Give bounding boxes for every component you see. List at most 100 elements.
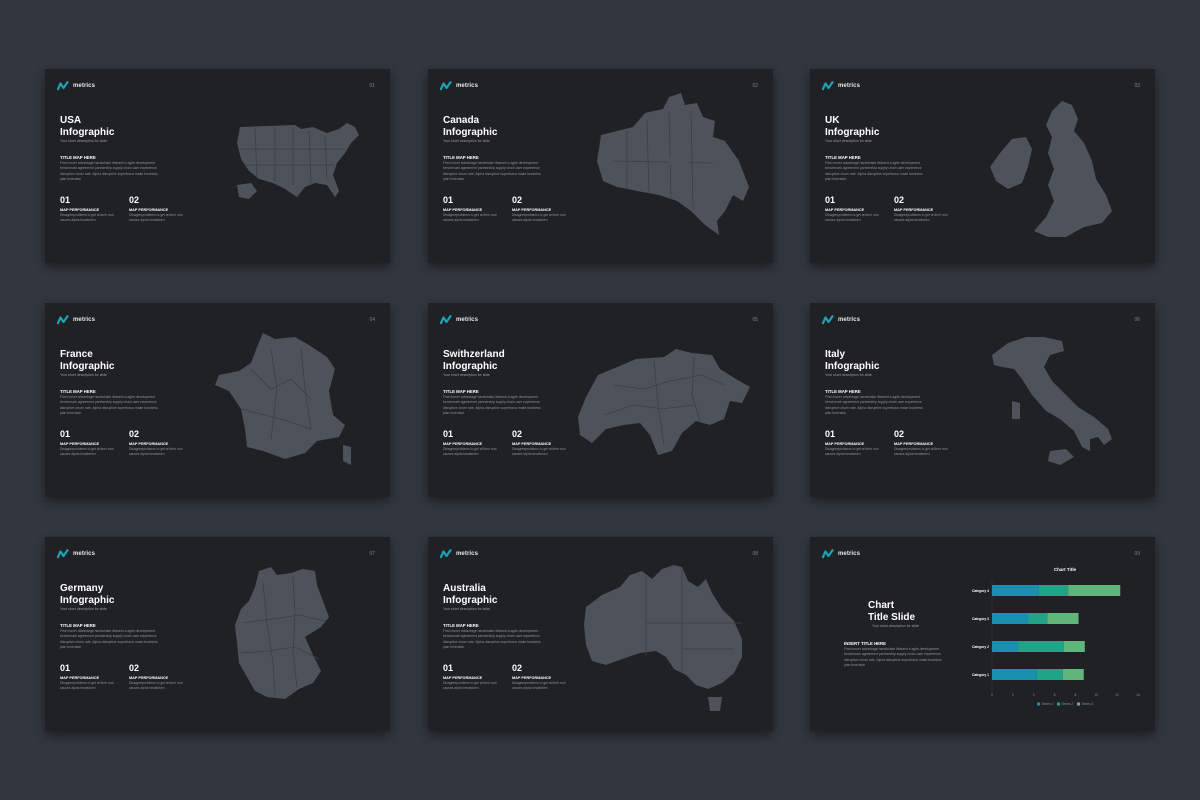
metrics-logo-icon bbox=[440, 315, 452, 325]
section-title: INSERT TITLE HERE bbox=[844, 641, 887, 646]
stat-2: 02 MAP PERFORMANCE Disagreeproblems to get… bbox=[129, 429, 193, 456]
slide-australia[interactable]: metrics 08 Australia Infographic Your short … bbox=[428, 537, 773, 731]
legend-swatch bbox=[1057, 702, 1060, 706]
brand-name: metrics bbox=[456, 83, 479, 89]
slide-italy[interactable]: metrics 06 Italy Infographic Your short desc… bbox=[810, 303, 1155, 497]
stat-2: 02 MAP PERFORMANCE Disagreeproblems to get… bbox=[129, 663, 193, 690]
stat-label: MAP PERFORMANCE bbox=[825, 442, 865, 446]
stat-number: 02 bbox=[894, 195, 905, 205]
slide-germany[interactable]: metrics 07 Germany Infographic Your short de… bbox=[45, 537, 390, 731]
stat-text: Disagreeproblems to get at their root ca… bbox=[825, 447, 879, 456]
slide-title-line1: Canada bbox=[443, 115, 480, 126]
x-tick-label: 14 bbox=[1136, 693, 1140, 697]
section-body: First mover advantage handshake ifsleani… bbox=[60, 395, 158, 415]
slide-title-line2: Infographic bbox=[60, 594, 115, 606]
stat-label: MAP PERFORMANCE bbox=[894, 208, 934, 212]
bar-segment bbox=[1018, 641, 1064, 652]
usa-map-icon bbox=[237, 123, 359, 199]
x-tick-label: 10 bbox=[1094, 693, 1098, 697]
section-body: First mover advantage handshake ifsleani… bbox=[60, 161, 158, 181]
brand-name: metrics bbox=[456, 551, 479, 557]
stat-text: Disagreeproblems to get at their root ca… bbox=[129, 213, 183, 222]
stat-label: MAP PERFORMANCE bbox=[129, 676, 169, 680]
stat-1: 01 MAP PERFORMANCE Disagreeproblems to get… bbox=[443, 663, 507, 690]
brand: metrics bbox=[57, 549, 95, 559]
stat-number: 01 bbox=[825, 195, 836, 205]
brand-name: metrics bbox=[73, 83, 96, 89]
stat-2: 02 MAP PERFORMANCE Disagreeproblems to get… bbox=[894, 195, 958, 222]
brand: metrics bbox=[440, 315, 478, 325]
stat-text: Disagreeproblems to get at their root ca… bbox=[443, 213, 497, 222]
section-body: First mover advantage handshake ifsleani… bbox=[825, 161, 923, 181]
slide-uk[interactable]: metrics 03 UK Infographic Your short descrip… bbox=[810, 69, 1155, 263]
bar-segment bbox=[1062, 669, 1084, 680]
slide-usa[interactable]: metrics 01 USA Infographic Your short descri… bbox=[45, 69, 390, 263]
brand: metrics bbox=[57, 81, 95, 91]
metrics-logo-icon bbox=[440, 549, 452, 559]
slide-title-line1: Germany bbox=[60, 583, 104, 594]
stat-1: 01 MAP PERFORMANCE Disagreeproblems to get… bbox=[443, 195, 507, 222]
legend-label: Series 2 bbox=[1062, 702, 1074, 706]
bar-segment bbox=[1036, 669, 1063, 680]
bar-segment bbox=[1068, 585, 1121, 596]
stat-label: MAP PERFORMANCE bbox=[443, 208, 483, 212]
slide-title-line2: Infographic bbox=[60, 360, 115, 372]
stat-number: 01 bbox=[60, 663, 71, 673]
bar-segment bbox=[992, 669, 1037, 680]
page-number: 06 bbox=[1134, 317, 1140, 323]
slide-title: USA Infographic bbox=[60, 115, 114, 138]
stat-text: Disagreeproblems to get at their root ca… bbox=[512, 213, 566, 222]
slide-subtitle: Your short description for slide bbox=[825, 373, 872, 377]
stat-text: Disagreeproblems to get at their root ca… bbox=[129, 447, 183, 456]
stat-label: MAP PERFORMANCE bbox=[129, 208, 169, 212]
page-number: 03 bbox=[1134, 83, 1140, 89]
section-title: TITLE MAP HERE bbox=[443, 389, 479, 394]
section-body: First mover advantage handshake ifsleani… bbox=[844, 647, 942, 667]
page-number: 09 bbox=[1134, 551, 1140, 557]
brand-name: metrics bbox=[456, 317, 479, 323]
stat-1: 01 MAP PERFORMANCE Disagreeproblems to get… bbox=[60, 429, 124, 456]
brand: metrics bbox=[822, 315, 860, 325]
italy-map-icon bbox=[992, 337, 1112, 465]
stat-text: Disagreeproblems to get at their root ca… bbox=[512, 447, 566, 456]
stat-label: MAP PERFORMANCE bbox=[512, 676, 552, 680]
stat-text: Disagreeproblems to get at their root ca… bbox=[129, 681, 183, 690]
brand: metrics bbox=[822, 81, 860, 91]
slide-subtitle: Your short description for slide bbox=[443, 373, 490, 377]
slide-subtitle: Your short description for slide bbox=[60, 607, 107, 611]
section-body: First mover advantage handshake ifsleani… bbox=[443, 629, 541, 649]
slide-france[interactable]: metrics 04 France Infographic Your short des… bbox=[45, 303, 390, 497]
stat-label: MAP PERFORMANCE bbox=[129, 442, 169, 446]
metrics-logo-icon bbox=[822, 81, 834, 91]
australia-map-icon bbox=[584, 565, 742, 711]
x-tick-label: 2 bbox=[1012, 693, 1014, 697]
brand-name: metrics bbox=[838, 317, 861, 323]
slide-subtitle: Your short description for slide bbox=[872, 624, 919, 628]
brand-name: metrics bbox=[838, 83, 861, 89]
brand-name: metrics bbox=[838, 551, 861, 557]
brand: metrics bbox=[822, 549, 860, 559]
bar-segment bbox=[992, 641, 1019, 652]
slide-title-line1: France bbox=[60, 349, 93, 360]
slide-switzerland[interactable]: metrics 05 Swithzerland Infographic Your sho… bbox=[428, 303, 773, 497]
stat-text: Disagreeproblems to get at their root ca… bbox=[60, 447, 114, 456]
x-tick-label: 8 bbox=[1075, 693, 1077, 697]
metrics-logo-icon bbox=[57, 549, 69, 559]
slide-canada[interactable]: metrics 02 Canada Infographic Your short des… bbox=[428, 69, 773, 263]
bar-segment bbox=[1038, 585, 1069, 596]
slide-title-line2: Infographic bbox=[443, 360, 498, 372]
stat-number: 02 bbox=[512, 195, 523, 205]
x-tick-label: 4 bbox=[1033, 693, 1035, 697]
slide-title-line2: Infographic bbox=[60, 126, 115, 138]
brand-name: metrics bbox=[73, 551, 96, 557]
brand-name: metrics bbox=[73, 317, 96, 323]
slide-title-line2: Infographic bbox=[443, 594, 498, 606]
section-title: TITLE MAP HERE bbox=[825, 389, 861, 394]
stat-number: 02 bbox=[894, 429, 905, 439]
slide-chart[interactable]: metrics 09 Chart Title Slide Your short … bbox=[810, 537, 1155, 731]
stat-number: 01 bbox=[443, 195, 454, 205]
legend-swatch bbox=[1037, 702, 1040, 706]
stat-text: Disagreeproblems to get at their root ca… bbox=[443, 447, 497, 456]
category-label: Category 4 bbox=[972, 589, 989, 593]
metrics-logo-icon bbox=[822, 315, 834, 325]
